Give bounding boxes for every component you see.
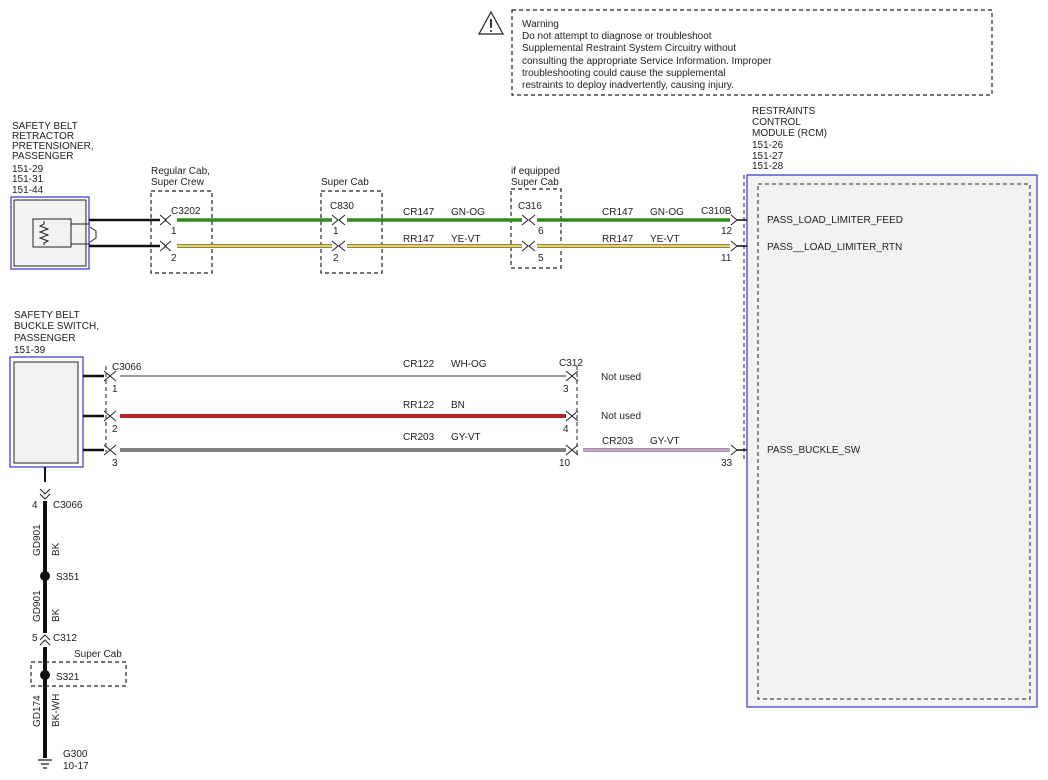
warning-line: restraints to deploy inadvertently, caus…	[522, 80, 734, 91]
wire-color: GN-OG	[650, 207, 684, 218]
pin: 33	[721, 458, 733, 469]
warning-line: Do not attempt to diagnose or troublesho…	[522, 31, 712, 42]
wire-color: BK-WH	[51, 694, 62, 727]
wire-circuit: RR122	[403, 400, 435, 411]
rcm-label: RESTRAINTS CONTROL MODULE (RCM) 151-26 1…	[752, 106, 830, 172]
pin: 12	[721, 226, 733, 237]
retractor-component	[10, 196, 97, 270]
pin: 1	[333, 226, 339, 237]
pin: 5	[32, 633, 38, 644]
warning-text: Warning Do not attempt to diagnose or tr…	[522, 19, 774, 91]
signal-feed: PASS_LOAD_LIMITER_FEED	[767, 215, 903, 226]
c316-box-label: if equipped Super Cab	[511, 166, 563, 188]
splice-s321: S321	[56, 672, 80, 683]
connector-c312-ground: C312	[53, 633, 77, 644]
wire-color: BK	[51, 608, 62, 622]
signal-rtn: PASS__LOAD_LIMITER_RTN	[767, 242, 902, 253]
pin: 11	[721, 253, 732, 264]
pin: 2	[333, 253, 339, 264]
warning-line: consulting the appropriate Service Infor…	[522, 56, 772, 67]
note-not-used: Not used	[601, 372, 641, 383]
pin: 4	[563, 424, 569, 435]
splice-dot	[40, 670, 50, 680]
ground-icon	[38, 759, 52, 769]
c830-box-label: Super Cab	[321, 177, 369, 188]
ground-name: G300	[63, 749, 88, 760]
pin: 3	[112, 458, 118, 469]
connector-c3066-ground: C3066	[53, 500, 83, 511]
warning-line: troubleshooting could cause the suppleme…	[522, 68, 725, 79]
pin: 5	[538, 253, 544, 264]
wire-circuit: CR147	[403, 207, 435, 218]
wire-circuit: CR203	[602, 436, 634, 447]
wire-circuit: GD901	[32, 590, 43, 622]
pin: 2	[171, 253, 177, 264]
warning-line: Warning	[522, 19, 559, 30]
pin: 1	[112, 384, 118, 395]
wire-color: YE-VT	[451, 234, 480, 245]
pin: 3	[563, 384, 569, 395]
warning-icon	[477, 10, 505, 35]
signal-buckle: PASS_BUCKLE_SW	[767, 445, 861, 456]
wire-circuit: RR147	[602, 234, 634, 245]
pin: 2	[112, 424, 118, 435]
wire-color: BN	[451, 400, 465, 411]
wire-circuit: GD901	[32, 524, 43, 556]
buckle-switch-component	[9, 356, 84, 468]
ground-ref: 10-17	[63, 761, 89, 772]
warning-line: Supplemental Restraint System Circuitry …	[522, 43, 736, 54]
wire-circuit: CR122	[403, 359, 435, 370]
wire-color: WH-OG	[451, 359, 487, 370]
wiring-diagram: Warning Do not attempt to diagnose or tr…	[9, 9, 1038, 772]
splice-s351: S351	[56, 572, 80, 583]
pin: 1	[171, 226, 177, 237]
wire-circuit: CR203	[403, 432, 435, 443]
wire-color: YE-VT	[650, 234, 679, 245]
retractor-label: SAFETY BELT RETRACTOR PRETENSIONER, PASS…	[12, 121, 96, 196]
wire-color: BK	[51, 542, 62, 556]
note-not-used: Not used	[601, 411, 641, 422]
wire-color: GN-OG	[451, 207, 485, 218]
rcm-module	[743, 174, 1038, 708]
connector-c830: C830	[330, 201, 354, 212]
wire-cr203-rcm	[583, 448, 730, 452]
connector-c310b: C310B	[701, 206, 732, 217]
wire-circuit: CR147	[602, 207, 634, 218]
pin: 10	[559, 458, 571, 469]
splice-dot	[40, 571, 50, 581]
c3202-box-label: Regular Cab, Super Crew	[151, 166, 213, 188]
pin: 6	[538, 226, 544, 237]
c3202-box	[150, 190, 213, 274]
wire-color: GY-VT	[650, 436, 680, 447]
connector-c3202: C3202	[171, 206, 201, 217]
connector-c312: C312	[559, 358, 583, 369]
connector-c316: C316	[518, 201, 542, 212]
wire-circuit: GD174	[32, 695, 43, 727]
pin: 4	[32, 500, 38, 511]
connector-c3066: C3066	[112, 362, 142, 373]
wire-circuit: RR147	[403, 234, 435, 245]
s321-box-label: Super Cab	[74, 649, 122, 660]
buckle-label: SAFETY BELT BUCKLE SWITCH, PASSENGER 151…	[14, 310, 102, 356]
wire-color: GY-VT	[451, 432, 481, 443]
